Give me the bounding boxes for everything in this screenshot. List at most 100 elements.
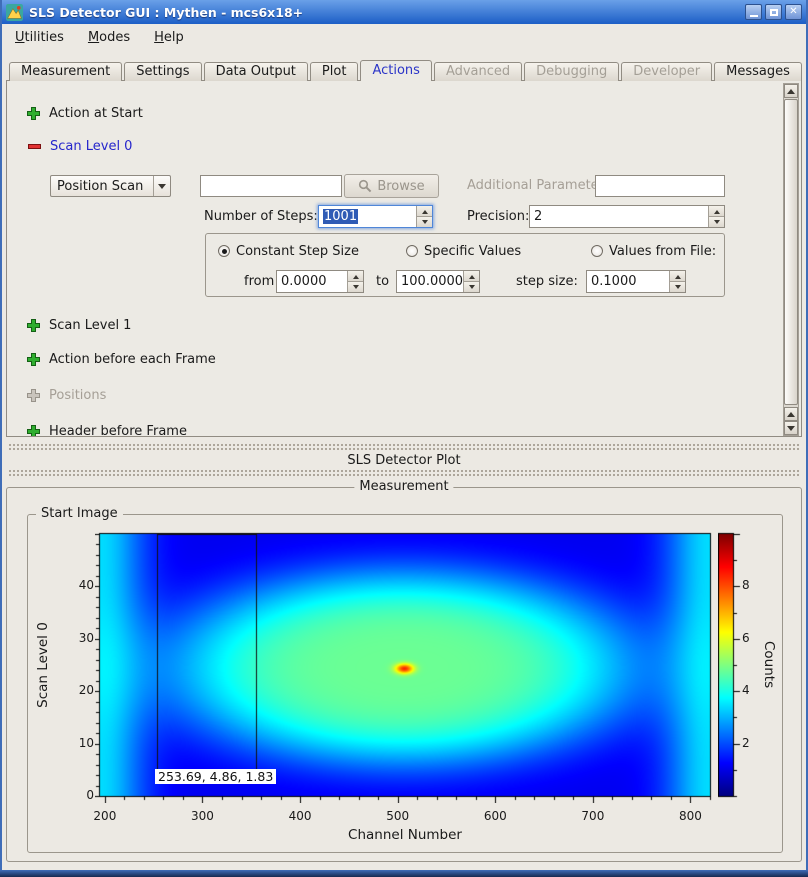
scroll-up-button-2[interactable] [784,407,798,421]
tree-item-scan-level-1[interactable]: Scan Level 1 [27,317,131,333]
maximize-icon [770,9,778,16]
spin-buttons[interactable] [416,206,432,227]
measurement-groupbox: Measurement Start Image Scan Level 0 Cou… [6,487,802,862]
tree-item-label: Header before Frame [49,424,187,438]
vertical-scrollbar[interactable] [783,83,799,436]
spin-down-icon [675,285,681,292]
precision-spinbox[interactable]: 2 [529,205,725,228]
y-tick-label: 30 [64,631,94,645]
minimize-icon [750,15,758,17]
radio-specific-values[interactable]: Specific Values [406,243,521,259]
y-tick-label: 0 [64,788,94,802]
tree-item-label: Positions [49,388,106,403]
scroll-up-button[interactable] [784,84,798,98]
spin-up-icon [469,272,475,279]
tree-item-label: Scan Level 1 [49,318,131,333]
precision-label: Precision: [467,209,529,225]
spin-buttons[interactable] [463,271,479,292]
expand-plus-icon[interactable] [27,107,40,120]
scan-type-combobox[interactable]: Position Scan [50,175,171,197]
tab-messages[interactable]: Messages [714,62,802,81]
x-axis-title: Channel Number [100,827,710,843]
tab-data-output[interactable]: Data Output [204,62,308,81]
num-steps-label: Number of Steps: [204,209,316,225]
y-axis-title: Scan Level 0 [35,565,51,765]
window-frame-bottom [0,870,808,877]
magnifier-icon [358,179,372,193]
spin-up-icon [353,272,359,279]
y-tick-label: 40 [64,578,94,592]
menu-label: tilities [25,30,64,45]
y-tick-label: 10 [64,736,94,750]
additional-parameter-label: Additional Parameter: [467,178,608,194]
arrow-down-icon [787,426,795,435]
menu-modes[interactable]: Modes [88,30,130,45]
heatmap-plot[interactable] [95,527,715,803]
tab-measurement[interactable]: Measurement [9,62,122,81]
spin-up-icon [714,207,720,214]
precision-value: 2 [530,206,708,227]
tab-bar: Measurement Settings Data Output Plot Ac… [9,60,804,81]
x-tick-label: 700 [581,809,604,823]
maximize-button[interactable] [765,4,782,20]
plot-dock-title: SLS Detector Plot [0,453,808,468]
menu-help[interactable]: Help [154,30,184,45]
tab-actions[interactable]: Actions [360,60,432,81]
title-bar[interactable]: SLS Detector GUI : Mythen - mcs6x18+ ✕ [0,0,808,24]
num-steps-value: 1001 [319,206,416,227]
menu-accel: H [154,30,164,45]
y-tick-label: 20 [64,683,94,697]
close-button[interactable]: ✕ [785,4,802,20]
scan-script-input[interactable] [200,175,342,197]
radio-constant-step-size[interactable]: Constant Step Size [218,243,359,259]
radio-circle-icon [591,245,603,257]
spin-down-icon [714,220,720,227]
to-value: 100.0000 [397,271,463,292]
step-size-value: 0.1000 [587,271,669,292]
collapse-minus-icon[interactable] [28,140,41,153]
additional-parameter-input[interactable] [595,175,725,197]
splitter-handle-top[interactable] [8,443,800,452]
x-tick-label: 600 [484,809,507,823]
menu-label: elp [164,30,184,45]
tab-settings[interactable]: Settings [124,62,201,81]
window-frame-left [0,0,2,877]
expand-plus-icon[interactable] [27,425,40,438]
menu-utilities[interactable]: Utilities [15,30,64,45]
from-value: 0.0000 [277,271,347,292]
arrow-up-icon [787,85,795,94]
step-size-spinbox[interactable]: 0.1000 [586,270,686,293]
selected-text: 1001 [323,209,358,224]
tree-item-positions: Positions [27,387,106,403]
scroll-down-button[interactable] [784,421,798,435]
from-spinbox[interactable]: 0.0000 [276,270,364,293]
expand-plus-icon[interactable] [27,319,40,332]
plot-area: Scan Level 0 Counts Channel Number 253.6… [28,515,782,852]
tab-advanced: Advanced [434,62,522,81]
tree-item-header-before-frame[interactable]: Header before Frame [27,423,187,437]
spin-down-icon [422,220,428,227]
tree-item-action-before-frame[interactable]: Action before each Frame [27,351,216,367]
to-spinbox[interactable]: 100.0000 [396,270,480,293]
start-image-groupbox: Start Image Scan Level 0 Counts Channel … [27,514,783,853]
radio-values-from-file[interactable]: Values from File: [591,243,716,259]
app-icon [6,4,23,21]
spin-buttons[interactable] [708,206,724,227]
tree-item-scan-level-0[interactable]: Scan Level 0 [28,138,132,154]
tree-item-action-at-start[interactable]: Action at Start [27,105,143,121]
tab-plot[interactable]: Plot [310,62,359,81]
menu-accel: U [15,30,25,45]
num-steps-spinbox[interactable]: 1001 [318,205,433,228]
expand-plus-icon[interactable] [27,353,40,366]
chevron-down-icon [153,176,170,196]
scrollbar-thumb[interactable] [784,99,798,405]
measurement-title: Measurement [354,479,453,494]
step-size-label: step size: [516,274,578,290]
x-tick-label: 800 [679,809,702,823]
minimize-button[interactable] [745,4,762,20]
x-tick-label: 200 [93,809,116,823]
spin-buttons[interactable] [347,271,363,292]
spin-buttons[interactable] [669,271,685,292]
splitter-handle-bottom[interactable] [8,469,800,478]
radio-label: Constant Step Size [236,244,359,259]
